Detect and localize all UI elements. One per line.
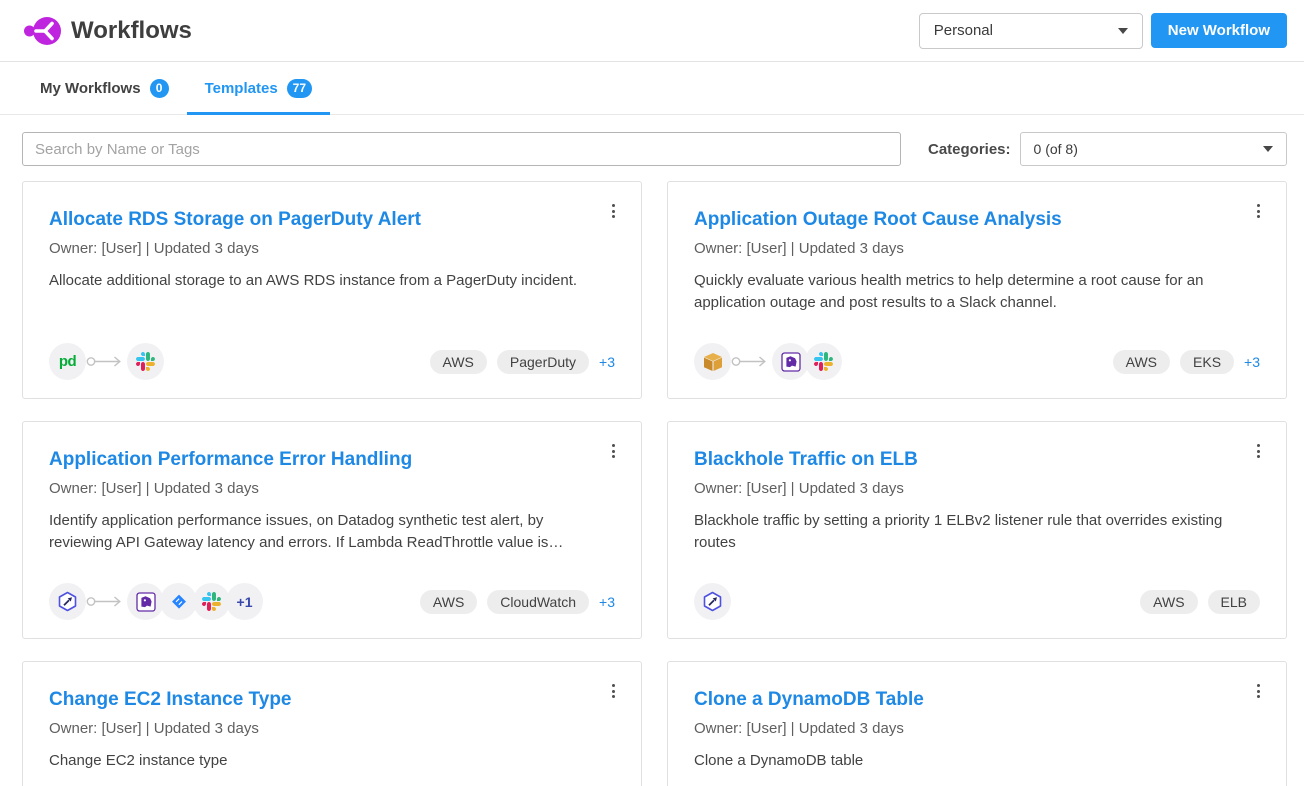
tag-chip[interactable]: ELB [1208,590,1260,614]
flow-arrow-icon [86,343,126,380]
categories-select[interactable]: 0 (of 8) [1020,132,1287,166]
workflows-page: Workflows Personal New Workflow My Workf… [0,0,1304,786]
api-trigger-icon [49,583,86,620]
workflow-meta: Owner: [User] | Updated 3 days [694,720,1260,737]
workspace-select-value: Personal [934,22,993,39]
flow-arrow-icon [86,583,126,620]
chevron-down-icon [1263,146,1273,152]
card-footer: pd AWS PagerDuty +3 [49,343,615,380]
tag-chip[interactable]: AWS [430,350,487,374]
datadog-icon [127,583,164,620]
tab-templates-label: Templates [205,80,278,97]
service-icons-row [694,343,842,380]
categories-select-value: 0 (of 8) [1034,141,1078,157]
workflow-description: Identify application performance issues,… [49,510,615,554]
card-menu-button[interactable] [1250,679,1267,703]
workflow-meta: Owner: [User] | Updated 3 days [49,480,615,497]
filter-bar: Categories: 0 (of 8) [0,115,1304,166]
workflow-title-link[interactable]: Application Performance Error Handling [49,447,615,472]
categories-label: Categories: [928,141,1011,158]
workspace-select[interactable]: Personal [919,13,1143,49]
workflow-title-link[interactable]: Allocate RDS Storage on PagerDuty Alert [49,207,615,232]
card-footer: AWS ELB [694,583,1260,620]
workflow-meta: Owner: [User] | Updated 3 days [694,240,1260,257]
slack-icon [193,583,230,620]
tags-row: AWS EKS +3 [1113,350,1260,374]
tag-chip[interactable]: CloudWatch [487,590,589,614]
app-logo-icon [24,13,62,49]
service-icons-row: pd [49,343,164,380]
card-menu-button[interactable] [605,679,622,703]
workflow-card: Blackhole Traffic on ELB Owner: [User] |… [667,421,1287,639]
workflow-description: Allocate additional storage to an AWS RD… [49,270,615,292]
workflow-description: Change EC2 instance type [49,750,615,772]
tag-chip[interactable]: AWS [420,590,477,614]
workflow-card: Clone a DynamoDB Table Owner: [User] | U… [667,661,1287,786]
page-title: Workflows [71,17,192,45]
jira-icon [160,583,197,620]
card-footer: +1 AWS CloudWatch +3 [49,583,615,620]
card-menu-button[interactable] [1250,439,1267,463]
workflow-meta: Owner: [User] | Updated 3 days [49,720,615,737]
tags-row: AWS ELB [1140,590,1260,614]
tab-bar: My Workflows 0 Templates 77 [0,62,1304,115]
tab-templates-count-badge: 77 [287,79,312,98]
service-icons-row: +1 [49,583,263,620]
tag-chip[interactable]: PagerDuty [497,350,589,374]
tab-templates[interactable]: Templates 77 [187,62,330,114]
workflow-description: Quickly evaluate various health metrics … [694,270,1260,314]
datadog-icon [772,343,809,380]
card-footer: AWS EKS +3 [694,343,1260,380]
more-tags-link[interactable]: +3 [1244,354,1260,370]
tab-my-workflows[interactable]: My Workflows 0 [22,62,187,114]
aws-icon [694,343,731,380]
tags-row: AWS CloudWatch +3 [420,590,615,614]
workflow-card: Change EC2 Instance Type Owner: [User] |… [22,661,642,786]
api-trigger-icon [694,583,731,620]
workflow-title-link[interactable]: Blackhole Traffic on ELB [694,447,1260,472]
workflow-card: Application Outage Root Cause Analysis O… [667,181,1287,399]
card-menu-button[interactable] [1250,199,1267,223]
tag-chip[interactable]: AWS [1140,590,1197,614]
service-icons-row [694,583,731,620]
workflow-title-link[interactable]: Clone a DynamoDB Table [694,687,1260,712]
workflow-description: Blackhole traffic by setting a priority … [694,510,1260,554]
workflow-card: Application Performance Error Handling O… [22,421,642,639]
workflow-title-link[interactable]: Change EC2 Instance Type [49,687,615,712]
header: Workflows Personal New Workflow [0,0,1304,62]
workflow-title-link[interactable]: Application Outage Root Cause Analysis [694,207,1260,232]
workflow-meta: Owner: [User] | Updated 3 days [694,480,1260,497]
tag-chip[interactable]: AWS [1113,350,1170,374]
tab-my-workflows-count-badge: 0 [150,79,169,98]
slack-icon [127,343,164,380]
template-card-grid: Allocate RDS Storage on PagerDuty Alert … [22,181,1304,786]
search-input[interactable] [22,132,901,166]
more-tags-link[interactable]: +3 [599,594,615,610]
flow-arrow-icon [731,343,771,380]
slack-icon [805,343,842,380]
workflow-meta: Owner: [User] | Updated 3 days [49,240,615,257]
tag-chip[interactable]: EKS [1180,350,1234,374]
pagerduty-icon: pd [49,343,86,380]
tags-row: AWS PagerDuty +3 [430,350,616,374]
workflow-description: Clone a DynamoDB table [694,750,1260,772]
workflow-card: Allocate RDS Storage on PagerDuty Alert … [22,181,642,399]
overflow-actions-badge: +1 [226,583,263,620]
chevron-down-icon [1118,28,1128,34]
card-menu-button[interactable] [605,199,622,223]
tab-my-workflows-label: My Workflows [40,80,141,97]
more-tags-link[interactable]: +3 [599,354,615,370]
new-workflow-button[interactable]: New Workflow [1151,13,1287,48]
card-menu-button[interactable] [605,439,622,463]
